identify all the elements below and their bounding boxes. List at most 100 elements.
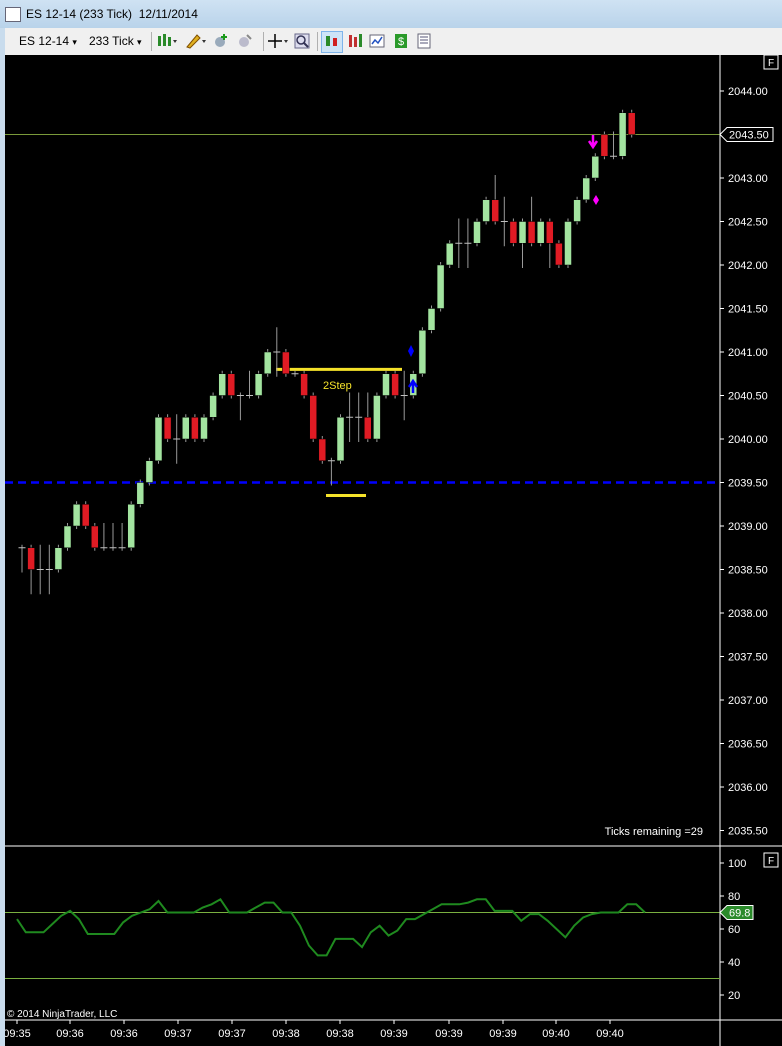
time-axis-label: 09:38: [272, 1028, 300, 1040]
bar-up: [218, 373, 226, 396]
instrument-label: ES 12-14: [19, 34, 70, 48]
price-axis-label: 2035.50: [728, 826, 768, 838]
bar-up: [54, 547, 63, 570]
indicator-line: [16, 897, 646, 957]
chart-area[interactable]: 2044.00 2043.00 2042.50 2042.00 2041.50 2041.…: [5, 55, 782, 1046]
annotation-2step: 2Step: [323, 380, 352, 392]
bar-down: [527, 221, 536, 244]
bar-up: [473, 221, 481, 244]
bar-down: [227, 373, 236, 396]
bar-up: [127, 504, 135, 548]
time-axis-label: 09:39: [435, 1028, 463, 1040]
bar-up: [373, 395, 381, 440]
last-price-label: 2043.50: [729, 130, 769, 142]
time-axis-label: 09:40: [596, 1028, 624, 1040]
svg-text:$: $: [398, 36, 404, 48]
bar-down: [27, 547, 35, 570]
bar-up: [63, 525, 72, 548]
dollar-icon[interactable]: $: [393, 33, 409, 49]
time-axis-label: 09:36: [56, 1028, 84, 1040]
bar-up: [382, 373, 390, 396]
chevron-down-icon: ▾: [72, 37, 77, 47]
chart-trader-icon[interactable]: [321, 31, 343, 53]
window-title: ES 12-14 (233 Tick) 12/11/2014: [26, 7, 198, 21]
chart-app-icon: [5, 7, 21, 22]
price-axis-label: 2039.50: [728, 478, 768, 490]
bar-down: [600, 134, 609, 157]
indicator-axis-label: 60: [728, 924, 740, 936]
price-axis[interactable]: 2044.00 2043.00 2042.50 2042.00 2041.50 2041.…: [5, 86, 774, 1040]
bar-down: [364, 417, 372, 440]
time-axis-label: 09:38: [326, 1028, 354, 1040]
bar-down: [191, 417, 199, 440]
instrument-selector[interactable]: ES 12-14 ▾: [19, 31, 77, 51]
bar-up: [182, 417, 190, 440]
bar-down: [309, 395, 317, 440]
bar-up: [573, 199, 581, 222]
price-axis-label: 2041.50: [728, 304, 768, 316]
price-axis-label: 2038.00: [728, 608, 768, 620]
bar-up: [618, 112, 627, 157]
bar-up: [200, 417, 208, 440]
toolbar-divider: [317, 32, 318, 51]
indicator-layer: [5, 897, 720, 979]
chart-window: ES 12-14 (233 Tick) 12/11/2014 ES 12-14 …: [0, 0, 782, 1046]
bar-up: [436, 264, 445, 309]
time-axis-label: 09:39: [489, 1028, 517, 1040]
bar-up: [564, 221, 572, 266]
bar-up: [582, 177, 590, 200]
bar-up: [145, 460, 154, 483]
indicators-icon[interactable]: [347, 33, 363, 49]
title-bar[interactable]: ES 12-14 (233 Tick) 12/11/2014: [0, 0, 782, 28]
performance-icon[interactable]: [369, 33, 385, 49]
bar-up: [154, 417, 163, 461]
chart-canvas[interactable]: 2044.00 2043.00 2042.50 2042.00 2041.50 2041.…: [5, 55, 782, 1046]
bar-up: [418, 330, 427, 374]
chevron-down-icon: ▾: [137, 37, 142, 47]
bar-up: [72, 504, 81, 527]
bar-down: [300, 373, 308, 396]
indicator-axis-label: 20: [728, 990, 740, 1002]
drawing-tool-icon[interactable]: [185, 33, 209, 49]
time-axis-label: 09:37: [164, 1028, 192, 1040]
price-axis-label: 2043.00: [728, 173, 768, 185]
bar-up: [136, 482, 145, 505]
diamond-marker-icon: [408, 345, 414, 357]
bar-down: [491, 199, 499, 222]
price-axis-label: 2036.00: [728, 782, 768, 794]
bar-up: [518, 221, 527, 244]
bar-down: [318, 438, 327, 461]
strategy-icon[interactable]: [237, 33, 253, 49]
bar-down: [81, 504, 90, 527]
zoom-icon[interactable]: [294, 33, 310, 49]
time-axis-label: 09:37: [218, 1028, 246, 1040]
sell-arrow-icon: [587, 135, 599, 150]
bar-up: [536, 221, 545, 244]
bar-up: [427, 308, 436, 331]
bar-down: [546, 221, 554, 244]
add-indicator-icon[interactable]: [213, 33, 229, 49]
toolbar-divider: [151, 32, 152, 51]
price-axis-label: 2042.00: [728, 260, 768, 272]
crosshair-icon[interactable]: [268, 33, 290, 49]
price-axis-label: 2040.50: [728, 391, 768, 403]
diamond-marker-icon: [593, 195, 599, 205]
time-axis-label: 09:39: [380, 1028, 408, 1040]
price-bars: [18, 109, 636, 595]
bar-up: [263, 351, 272, 374]
bar-down: [91, 525, 99, 548]
bar-up: [445, 243, 454, 266]
indicator-axis-label: 40: [728, 957, 740, 969]
price-axis-label: 2036.50: [728, 739, 768, 751]
chart-lines: [5, 55, 782, 1046]
time-axis-label: 09:36: [110, 1028, 138, 1040]
bar-type-icon[interactable]: [156, 33, 178, 49]
bar-up: [482, 199, 490, 222]
indicator-value-label: 69.8: [729, 908, 750, 920]
bar-up: [591, 156, 600, 179]
time-axis-label: 09:35: [5, 1028, 31, 1040]
copyright: © 2014 NinjaTrader, LLC: [7, 1009, 117, 1020]
interval-selector[interactable]: 233 Tick ▾: [89, 31, 142, 51]
bar-down: [627, 112, 636, 135]
properties-icon[interactable]: [416, 33, 432, 49]
